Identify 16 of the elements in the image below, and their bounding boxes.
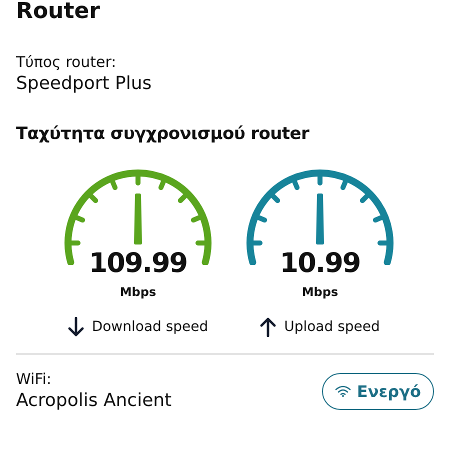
wifi-icon	[334, 385, 351, 397]
wifi-status-button[interactable]: Ενεργό	[322, 372, 434, 410]
router-type-label: Τύπος router:	[16, 52, 118, 72]
speed-value: 109.99	[88, 247, 188, 281]
section-heading: Ταχύτητα συγχρονισμού router	[16, 123, 310, 145]
speed-unit: Mbps	[120, 285, 156, 299]
speed-label: Download speed	[92, 319, 208, 335]
wifi-network-name: Acropolis Ancient	[16, 389, 172, 413]
page-title: Router	[16, 0, 102, 24]
up-arrow-icon	[260, 317, 276, 337]
speed-unit: Mbps	[302, 285, 338, 299]
speed-value: 10.99	[280, 247, 360, 281]
down-arrow-icon	[68, 317, 84, 337]
router-type-value: Speedport Plus	[16, 72, 153, 96]
wifi-label: WiFi:	[16, 369, 52, 389]
speed-label: Upload speed	[284, 319, 380, 335]
